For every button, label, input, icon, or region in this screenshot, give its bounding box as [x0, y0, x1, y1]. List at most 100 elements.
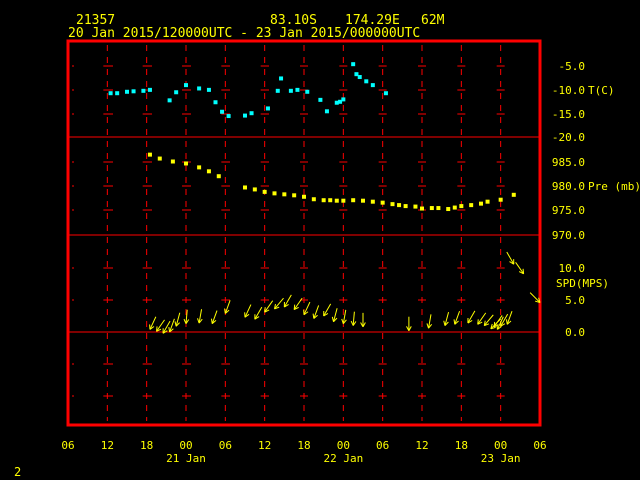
temperature-point	[357, 75, 362, 80]
pressure-point	[370, 199, 375, 204]
elevation: 62M	[421, 13, 445, 28]
temperature-tick-label: -10.0	[552, 84, 585, 97]
temperature-point	[220, 109, 225, 114]
temperature-tick-label: -15.0	[552, 108, 585, 121]
hour-tick-label: 06	[219, 439, 232, 452]
hour-tick-label: 00	[179, 439, 192, 452]
temperature-point	[341, 97, 346, 102]
pressure-point	[216, 174, 221, 179]
hour-tick-label: 18	[297, 439, 310, 452]
pressure-point	[206, 169, 211, 174]
temperature-tick-label: -5.0	[559, 60, 586, 73]
pressure-point	[429, 206, 434, 211]
pressure-point	[147, 152, 152, 157]
temperature-point	[131, 89, 136, 94]
pressure-point	[328, 198, 333, 203]
temperature-point	[288, 88, 293, 93]
temperature-tick-label: -20.0	[552, 131, 585, 144]
pressure-point	[469, 203, 474, 208]
temperature-point	[318, 97, 323, 102]
wind-head	[156, 326, 158, 332]
pressure-point	[380, 200, 385, 205]
day-label: 21 Jan	[166, 452, 206, 465]
hour-tick-label: 18	[140, 439, 153, 452]
pressure-point	[479, 201, 483, 206]
time-range: 20 Jan 2015/120000UTC - 23 Jan 2015/0000…	[68, 26, 420, 41]
temperature-point	[351, 62, 356, 67]
hour-tick-label: 06	[376, 439, 389, 452]
temperature-point	[324, 109, 329, 114]
pressure-point	[197, 165, 202, 170]
pressure-point	[446, 207, 451, 212]
pressure-point	[403, 204, 408, 209]
pressure-point	[485, 199, 490, 204]
temperature-point	[197, 86, 202, 91]
pressure-point	[170, 159, 175, 164]
pressure-point	[341, 198, 346, 203]
pressure-point	[413, 204, 418, 209]
pressure-point	[436, 206, 441, 211]
weather-meteogram: 21357 83.10S 174.29E 62M 20 Jan 2015/120…	[0, 0, 640, 480]
pressure-point	[157, 156, 162, 161]
pressure-tick-label: 975.0	[552, 204, 585, 217]
temperature-point	[141, 88, 146, 93]
pressure-point	[252, 187, 257, 192]
temperature-point	[167, 98, 172, 103]
temperature-point	[275, 88, 280, 93]
pressure-point	[498, 197, 503, 202]
pressure-point	[397, 203, 402, 208]
pressure-point	[420, 206, 424, 211]
pressure-point	[282, 192, 287, 197]
temperature-point	[125, 89, 129, 94]
hour-tick-label: 06	[61, 439, 74, 452]
temperature-point	[279, 76, 284, 81]
temperature-point	[206, 87, 211, 92]
background	[0, 0, 640, 480]
temperature-point	[243, 113, 247, 118]
pressure-point	[243, 185, 247, 190]
pressure-point	[361, 198, 365, 203]
wind-head	[477, 319, 479, 325]
temperature-point	[108, 91, 113, 96]
pressure-point	[452, 205, 457, 210]
wind-head	[293, 304, 296, 310]
pressure-point	[272, 191, 277, 196]
pressure-point	[334, 198, 339, 203]
pressure-tick-label: 980.0	[552, 180, 585, 193]
pressure-point	[351, 198, 356, 203]
hour-tick-label: 00	[337, 439, 350, 452]
pressure-tick-label: 985.0	[552, 156, 585, 169]
day-label: 23 Jan	[481, 452, 521, 465]
temperature-point	[383, 91, 388, 96]
page-number: 2	[14, 465, 21, 479]
hour-tick-label: 06	[533, 439, 546, 452]
wind-axis-label: SPD(MPS)	[556, 277, 609, 290]
pressure-point	[321, 198, 326, 203]
temperature-point	[249, 111, 254, 116]
temperature-point	[265, 106, 270, 111]
wind-tick-label: 10.0	[559, 262, 586, 275]
hour-tick-label: 12	[415, 439, 428, 452]
pressure-point	[302, 194, 306, 199]
pressure-point	[511, 192, 516, 197]
wind-tick-label: 0.0	[565, 326, 585, 339]
pressure-point	[292, 193, 297, 198]
temperature-point	[370, 83, 375, 88]
temperature-point	[115, 91, 120, 96]
temperature-point	[295, 87, 300, 92]
hour-tick-label: 12	[101, 439, 114, 452]
hour-tick-label: 18	[455, 439, 468, 452]
temperature-point	[184, 83, 188, 88]
wind-tick-label: 5.0	[565, 294, 585, 307]
pressure-point	[311, 197, 316, 202]
pressure-axis-label: Pre (mb)	[588, 180, 640, 193]
temperature-point	[147, 87, 152, 92]
day-label: 22 Jan	[323, 452, 363, 465]
pressure-tick-label: 970.0	[552, 229, 585, 242]
temperature-point	[305, 89, 310, 94]
temperature-axis-label: T(C)	[588, 84, 615, 97]
temperature-point	[226, 114, 231, 119]
hour-tick-label: 12	[258, 439, 271, 452]
pressure-point	[184, 161, 188, 166]
pressure-point	[390, 202, 395, 207]
